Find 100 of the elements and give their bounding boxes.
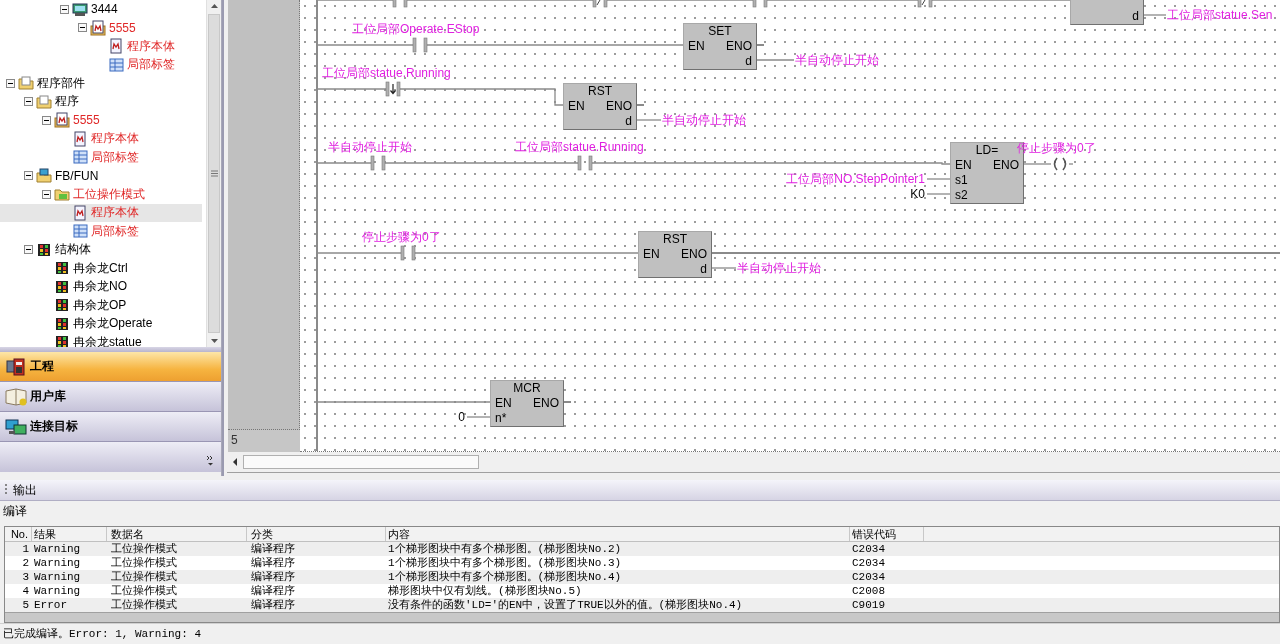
table-cell-text: C2034: [851, 542, 886, 556]
horizontal-scrollbar[interactable]: [5, 612, 1279, 622]
tree-item[interactable]: 程序部件: [0, 74, 202, 93]
variable-label: 半自动停止开始: [328, 140, 412, 154]
wire: [926, 178, 951, 180]
tree-item[interactable]: FB/FUN: [0, 166, 202, 185]
pin-label: ENO: [726, 39, 752, 54]
table-cell-text: 工位操作模式: [110, 570, 178, 584]
variable-label: 工位局部statue.Running: [515, 140, 644, 154]
table-cell-text: 1个梯形图块中有多个梯形图。(梯形图块No.3): [387, 556, 623, 570]
table-cell-text: C2034: [851, 570, 886, 584]
tree-item[interactable]: 冉余龙Operate: [0, 314, 202, 333]
tree-item[interactable]: 程序本体: [0, 37, 202, 56]
book-icon: [5, 386, 27, 407]
table-cell-text: 5: [21, 598, 30, 612]
pin-label: d: [700, 262, 707, 277]
tree-item[interactable]: 3444: [0, 0, 202, 19]
tree-item[interactable]: 程序: [0, 92, 202, 111]
vertical-scrollbar[interactable]: [206, 0, 221, 347]
status-text: 已完成编译。Error: 1, Warning: 4: [0, 623, 1280, 644]
tree-item[interactable]: 冉余龙Ctrl: [0, 259, 202, 278]
table-row[interactable]: 4 Warning 工位操作模式 编译程序 梯形图块中仅有划线。(梯形图块No.5) C2008: [5, 584, 1279, 598]
constant-label: 0: [458, 410, 465, 424]
collapse-toggle[interactable]: [24, 171, 33, 181]
collapse-toggle[interactable]: [42, 189, 51, 199]
table-cell-text: 工位操作模式: [110, 556, 178, 570]
collapse-toggle[interactable]: [6, 78, 15, 88]
chevron-icon[interactable]: [206, 455, 214, 466]
coil-icon: [1051, 156, 1069, 172]
splitter-handle[interactable]: [0, 347, 221, 352]
table-row[interactable]: 1 Warning 工位操作模式 编译程序 1个梯形图块中有多个梯形图。(梯形图块No.2) C2034: [5, 542, 1279, 556]
variable-label: 停止步骤为0了: [362, 230, 441, 244]
variable-label: 半自动停止开始: [795, 53, 879, 67]
tree-item[interactable]: 工位操作模式: [0, 185, 202, 204]
tree-item[interactable]: 冉余龙OP: [0, 296, 202, 315]
horizontal-scrollbar[interactable]: [227, 452, 1280, 473]
tree-item[interactable]: 局部标签: [0, 222, 202, 241]
table-row[interactable]: 2 Warning 工位操作模式 编译程序 1个梯形图块中有多个梯形图。(梯形图块No.3) C2034: [5, 556, 1279, 570]
variable-label: 工位局部statue.Sen: [1167, 8, 1273, 22]
tree-item[interactable]: 程序本体: [0, 129, 202, 148]
table-cell-text: 编译程序: [250, 570, 296, 584]
struct-icon: [36, 241, 52, 258]
nav-button[interactable]: 连接目标: [0, 412, 221, 442]
nav-button[interactable]: 工程: [0, 352, 221, 382]
tree-item[interactable]: 局部标签: [0, 55, 202, 74]
table-cell-text: Warning: [33, 542, 82, 556]
tree-item[interactable]: 5555: [0, 111, 202, 130]
tree-item[interactable]: 冉余龙NO: [0, 277, 202, 296]
column-header[interactable]: 内容: [386, 527, 850, 541]
nav-button[interactable]: 用户库: [0, 382, 221, 412]
row-number: 5: [228, 430, 300, 452]
contact-icon: [577, 155, 593, 171]
column-header[interactable]: 错误代码: [850, 527, 924, 541]
wire: [711, 267, 737, 269]
pin-label: ENO: [533, 396, 559, 411]
table-row[interactable]: 3 Warning 工位操作模式 编译程序 1个梯形图块中有多个梯形图。(梯形图块No.4) C2034: [5, 570, 1279, 584]
grip-icon: [210, 170, 218, 177]
scroll-thumb[interactable]: [208, 14, 220, 333]
column-header[interactable]: No.: [5, 527, 32, 541]
project-icon: [5, 356, 27, 377]
document-icon: [90, 19, 106, 36]
collapse-toggle[interactable]: [78, 23, 87, 33]
collapse-toggle[interactable]: [24, 245, 33, 255]
table-cell-text: Warning: [33, 584, 82, 598]
module-icon: [72, 1, 88, 18]
table-row[interactable]: 5 Error 工位操作模式 编译程序 没有条件的函数'LD='的EN中，设置了TRUE以外的值。(梯形图块No.4) C9019: [5, 598, 1279, 612]
column-header[interactable]: 分类: [247, 527, 386, 541]
table-cell-text: Warning: [33, 570, 82, 584]
tree-item[interactable]: 5555: [0, 18, 202, 37]
tree-item[interactable]: 冉余龙statue: [0, 333, 202, 347]
contact-icon: [400, 245, 416, 261]
panel-title: 输出: [13, 481, 37, 499]
block-name: RST: [663, 232, 687, 247]
wire: [1023, 163, 1052, 165]
tree-item[interactable]: 局部标签: [0, 148, 202, 167]
document-icon: [72, 130, 88, 147]
tree-item[interactable]: 结构体: [0, 240, 202, 259]
document-icon: [54, 112, 70, 129]
tree-item[interactable]: 程序本体: [0, 203, 202, 222]
pin-label: EN: [643, 247, 660, 262]
table-cell-text: 1: [21, 542, 30, 556]
collapse-toggle[interactable]: [42, 115, 51, 125]
document-icon: [72, 204, 88, 221]
scroll-thumb[interactable]: [243, 455, 479, 469]
pin-label: n*: [495, 411, 507, 426]
table-cell-text: 编译程序: [250, 542, 296, 556]
pin-label: s1: [955, 173, 968, 188]
pin-label: EN: [568, 99, 585, 114]
collapse-toggle[interactable]: [24, 97, 33, 107]
table-icon: [108, 56, 124, 73]
collapse-toggle[interactable]: [60, 4, 69, 14]
variable-label: 工位局部NO.StepPointer1: [786, 172, 925, 186]
table-cell-text: C9019: [851, 598, 886, 612]
column-header[interactable]: 数据名: [107, 527, 247, 541]
struct-icon: [54, 315, 70, 332]
struct-icon: [54, 260, 70, 277]
column-header[interactable]: 结果: [32, 527, 107, 541]
block-name: SET: [708, 24, 732, 39]
pin-label: EN: [955, 158, 972, 173]
contact-icon: [370, 155, 386, 171]
